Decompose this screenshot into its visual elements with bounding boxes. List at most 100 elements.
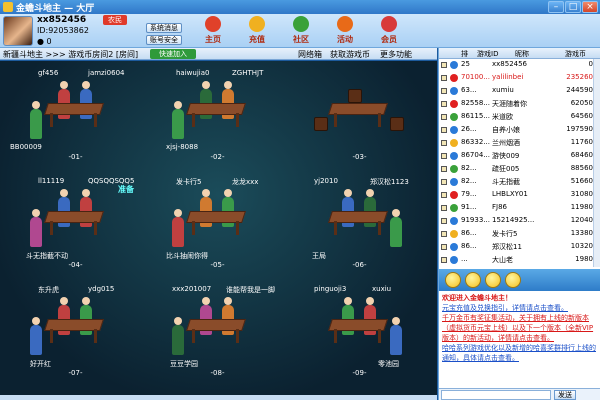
seat-bottom-left[interactable]: 比斗抽闹你得 — [166, 251, 208, 261]
player-coins: 13380 — [570, 229, 593, 237]
seat-bottom-left[interactable]: 豆豆学园 — [170, 359, 198, 369]
player-row[interactable]: 91933... 15214925... 12040 — [439, 216, 593, 226]
player-row[interactable]: 82... 斗无指截 51660 — [439, 177, 593, 187]
chat-link[interactable]: 哈哈系列游戏优化以及新增的哈喜奖群排行上线的通知，具体请点击查看。 — [442, 343, 598, 363]
seat-bottom-left[interactable]: 王局 — [312, 251, 326, 261]
player-row[interactable]: 70100... yalilinbei 235260 — [439, 73, 593, 83]
player-checkbox[interactable] — [441, 257, 447, 263]
seat-bottom-left[interactable]: xjsj-8088 — [166, 143, 198, 151]
player-coins: 235260 — [566, 73, 593, 81]
player-checkbox[interactable] — [441, 218, 447, 224]
quick-join-button[interactable]: 快速加入 — [150, 49, 196, 59]
seat-top-left[interactable]: 东升虎 — [38, 285, 59, 295]
smiley-icon[interactable] — [445, 272, 461, 288]
game-table[interactable]: -03- — [292, 67, 427, 167]
player-row[interactable]: 82... 疏狂005 88560 — [439, 164, 593, 174]
player-checkbox[interactable] — [441, 88, 447, 94]
player-row[interactable]: 86332... 兰州烟酒 11760 — [439, 138, 593, 148]
player-row[interactable]: 91... FJ86 11980 — [439, 203, 593, 213]
seat-bottom-right[interactable]: 零池园 — [378, 359, 399, 369]
smiley-icon[interactable] — [485, 272, 501, 288]
col-coins[interactable]: 游戏币 — [565, 49, 586, 59]
player-row[interactable]: 25 xx852456 0 — [439, 60, 593, 70]
player-row[interactable]: 86... 发卡行5 13380 — [439, 229, 593, 239]
game-table[interactable]: xxx201007 谁能帮我是一脚 豆豆学园 -08- — [150, 283, 285, 383]
seat-top-right[interactable]: jamzi0604 — [88, 69, 125, 77]
player-row[interactable]: 63... xumiu 244590 — [439, 86, 593, 96]
seat-top-right[interactable]: 郑汉松1123 — [370, 177, 409, 187]
player-checkbox[interactable] — [441, 153, 447, 159]
nav-vip-button[interactable]: 会员 — [368, 15, 410, 47]
seat-top-right[interactable]: 龙龙xxx — [232, 177, 258, 187]
seat-top-left[interactable]: 发卡行5 — [176, 177, 201, 187]
seat-top-left[interactable]: ll11119 — [38, 177, 64, 185]
seat-top-right[interactable]: 谁能帮我是一脚 — [226, 285, 275, 295]
player-checkbox[interactable] — [441, 231, 447, 237]
player-checkbox[interactable] — [441, 205, 447, 211]
player-checkbox[interactable] — [441, 244, 447, 250]
more-functions-button[interactable]: 更多功能 — [380, 49, 412, 60]
nav-recharge-button[interactable]: 充值 — [236, 15, 278, 47]
get-coins-button[interactable]: 获取游戏币 — [330, 49, 370, 60]
seat-top-left[interactable]: gf456 — [38, 69, 58, 77]
minimize-icon[interactable]: – — [548, 1, 564, 13]
col-id[interactable]: 游戏ID — [477, 49, 498, 59]
seat-top-right[interactable]: ZGHTHJT — [232, 69, 263, 77]
player-checkbox[interactable] — [441, 166, 447, 172]
player-row[interactable]: 79... LHBLXY01 31080 — [439, 190, 593, 200]
player-checkbox[interactable] — [441, 114, 447, 120]
game-table[interactable]: 东升虎 ydg015 好开红 -07- — [8, 283, 143, 383]
seat-top-right[interactable]: xuxiu — [372, 285, 391, 293]
player-checkbox[interactable] — [441, 62, 447, 68]
seat-bottom-left[interactable]: 斗无指截不动 — [26, 251, 68, 261]
player-coins: 11760 — [570, 138, 593, 146]
close-icon[interactable]: × — [582, 1, 598, 13]
player-row[interactable]: 86... 郑汉松11 10320 — [439, 242, 593, 252]
player-row[interactable]: 86115... 米道欧 64560 — [439, 112, 593, 122]
player-checkbox[interactable] — [441, 101, 447, 107]
game-table[interactable]: haiwujia0 ZGHTHJT xjsj-8088 -02- — [150, 67, 285, 167]
seat-top-left[interactable]: pinguoji3 — [314, 285, 346, 293]
avatar[interactable] — [3, 16, 33, 46]
chat-link[interactable]: 千万金币有奖征集活动，关于拥有上线的新版本（虚拟货币元宝上线）以及下一个版本（全… — [442, 313, 598, 343]
player-row[interactable]: 86704... 游侠009 68460 — [439, 151, 593, 161]
game-table[interactable]: gf456 jamzi0604 BB00009 -01- — [8, 67, 143, 167]
col-rank[interactable]: 排 — [461, 49, 468, 59]
seat-bottom-left[interactable]: 好开红 — [30, 359, 51, 369]
chat-link[interactable]: 元宝充值及兑换指引，详情请点击查看。 — [442, 303, 598, 313]
game-table[interactable]: yj2010 郑汉松1123 王局 -06- — [292, 175, 427, 275]
col-nick[interactable]: 昵称 — [515, 49, 529, 59]
seat-bottom-left[interactable]: BB00009 — [10, 143, 42, 151]
bottom-tab-strip[interactable] — [0, 395, 437, 400]
player-checkbox[interactable] — [441, 140, 447, 146]
game-table[interactable]: pinguoji3 xuxiu 零池园 -09- — [292, 283, 427, 383]
player-checkbox[interactable] — [441, 75, 447, 81]
network-box-button[interactable]: 网络箱 — [298, 49, 322, 60]
player-row[interactable]: 26... 自养小娘 197590 — [439, 125, 593, 135]
nav-home-button[interactable]: 主页 — [192, 15, 234, 47]
seat-top-left[interactable]: haiwujia0 — [176, 69, 209, 77]
player-coins: 1980 — [575, 255, 593, 263]
empty-chair[interactable] — [314, 117, 328, 131]
game-table[interactable]: 发卡行5 龙龙xxx 比斗抽闹你得 -05- — [150, 175, 285, 275]
nav-activity-button[interactable]: 活动 — [324, 15, 366, 47]
maximize-icon[interactable]: □ — [565, 1, 581, 13]
smiley-icon[interactable] — [505, 272, 521, 288]
seat-top-right[interactable]: ydg015 — [88, 285, 114, 293]
empty-chair[interactable] — [390, 117, 404, 131]
player-checkbox[interactable] — [441, 192, 447, 198]
player-row[interactable]: 82558... 天涯随着你 62050 — [439, 99, 593, 109]
account-safety-button[interactable]: 账号安全 — [146, 35, 182, 45]
nav-community-button[interactable]: 社区 — [280, 15, 322, 47]
seat-top-left[interactable]: yj2010 — [314, 177, 338, 185]
player-checkbox[interactable] — [441, 127, 447, 133]
seat-top-left[interactable]: xxx201007 — [172, 285, 211, 293]
empty-chair[interactable] — [348, 89, 362, 103]
player-list-scrollbar[interactable] — [593, 59, 600, 267]
system-message-button[interactable]: 系统消息 — [146, 23, 182, 33]
smiley-icon[interactable] — [465, 272, 481, 288]
chat-input[interactable] — [441, 390, 551, 400]
send-button[interactable]: 发送 — [554, 390, 576, 400]
player-checkbox[interactable] — [441, 179, 447, 185]
player-row[interactable]: ... 大山老 1980 — [439, 255, 593, 265]
